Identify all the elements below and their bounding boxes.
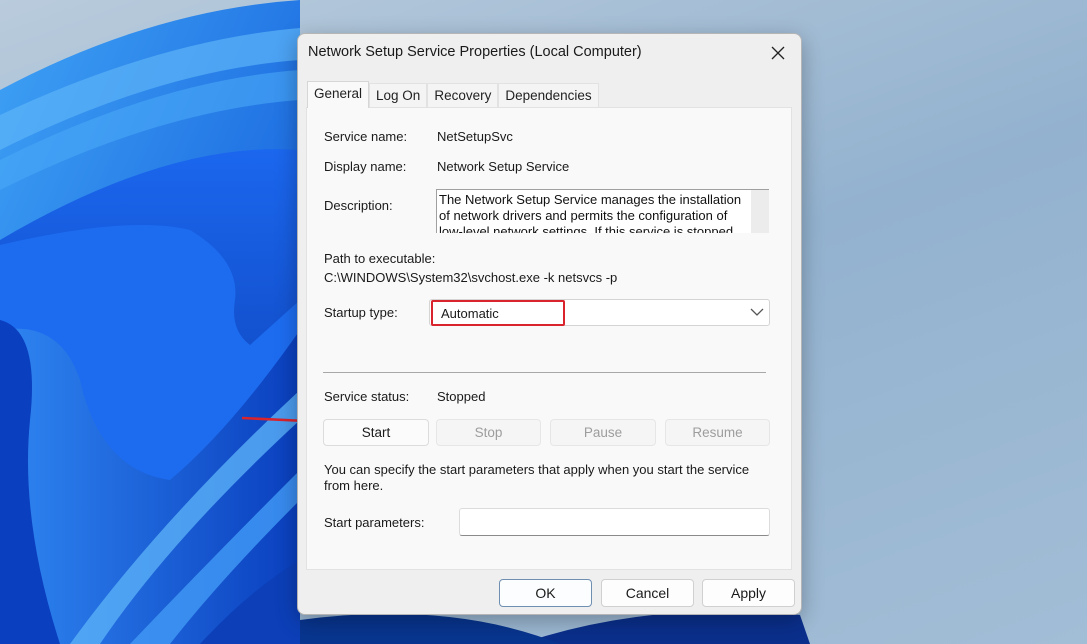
tab-general[interactable]: General <box>307 81 370 108</box>
close-button[interactable] <box>763 40 793 66</box>
general-tab-panel: Service name: NetSetupSvc Display name: … <box>306 107 792 570</box>
tab-bar: General Log On Recovery Dependencies <box>307 81 599 108</box>
description-label: Description: <box>324 198 393 213</box>
resume-button[interactable]: Resume <box>665 419 770 446</box>
start-params-input[interactable] <box>459 508 770 536</box>
tab-log-on[interactable]: Log On <box>369 83 428 107</box>
dialog-title: Network Setup Service Properties (Local … <box>308 44 642 60</box>
service-name-label: Service name: <box>324 129 408 144</box>
startup-type-label: Startup type: <box>324 305 398 320</box>
display-name-label: Display name: <box>324 159 407 174</box>
service-status-value: Stopped <box>437 389 486 404</box>
chevron-down-icon <box>750 308 764 316</box>
separator <box>323 372 766 373</box>
close-icon <box>771 46 785 60</box>
startup-type-select[interactable]: Automatic <box>429 299 770 326</box>
service-name-value: NetSetupSvc <box>437 129 513 144</box>
start-button[interactable]: Start <box>323 419 429 446</box>
start-params-hint: You can specify the start parameters tha… <box>324 462 750 493</box>
pause-button[interactable]: Pause <box>550 419 656 446</box>
display-name-value: Network Setup Service <box>437 159 570 174</box>
path-value: C:\WINDOWS\System32\svchost.exe -k netsv… <box>324 270 618 285</box>
service-properties-dialog: Network Setup Service Properties (Local … <box>297 33 802 615</box>
description-text: The Network Setup Service manages the in… <box>439 192 742 233</box>
start-params-label: Start parameters: <box>324 515 425 530</box>
service-status-label: Service status: <box>324 389 410 404</box>
path-label: Path to executable: <box>324 251 436 266</box>
tab-dependencies[interactable]: Dependencies <box>498 83 599 107</box>
tab-recovery[interactable]: Recovery <box>427 83 499 107</box>
startup-type-value: Automatic <box>441 306 499 321</box>
stop-button[interactable]: Stop <box>436 419 541 446</box>
description-scrollbar[interactable] <box>751 190 769 233</box>
ok-button[interactable]: OK <box>499 579 592 607</box>
cancel-button[interactable]: Cancel <box>601 579 694 607</box>
apply-button[interactable]: Apply <box>702 579 795 607</box>
description-box[interactable]: The Network Setup Service manages the in… <box>436 189 769 233</box>
